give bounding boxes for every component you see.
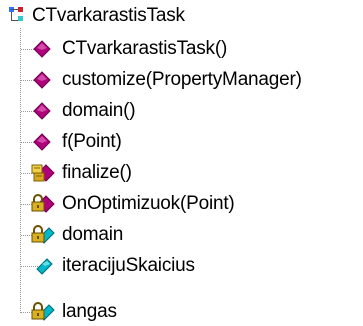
class-tree-view: CTvarkarastisTask CTvarkarastisTask() cu… xyxy=(0,0,363,326)
private-field-icon xyxy=(31,225,55,244)
tree-item-domain-method[interactable]: domain() xyxy=(30,99,136,123)
tree-item-label: customize(PropertyManager) xyxy=(62,69,302,90)
private-method-icon xyxy=(31,194,55,213)
private-field-icon xyxy=(31,302,55,321)
public-method-icon xyxy=(33,133,51,151)
tree-item-iteracijuskaicius[interactable]: iteracijuSkaicius xyxy=(30,254,195,278)
public-method-icon xyxy=(33,40,51,58)
tree-item-constructor[interactable]: CTvarkarastisTask() xyxy=(30,37,227,61)
tree-item-label: langas xyxy=(62,301,117,322)
tree-item-label: domain xyxy=(62,224,124,245)
tree-item-onoptimizuok[interactable]: OnOptimizuok(Point) xyxy=(30,192,235,216)
root-class-label: CTvarkarastisTask xyxy=(32,5,185,26)
tree-item-customize[interactable]: customize(PropertyManager) xyxy=(30,68,302,92)
tree-item-label: domain() xyxy=(62,100,136,121)
class-icon xyxy=(9,7,23,21)
tree-item-finalize[interactable]: finalize() xyxy=(30,161,132,185)
tree-item-label: CTvarkarastisTask() xyxy=(62,38,228,59)
tree-item-label: finalize() xyxy=(62,162,132,183)
tree-item-label: OnOptimizuok(Point) xyxy=(62,193,235,214)
public-field-icon xyxy=(36,258,53,275)
tree-item-domain-field[interactable]: domain xyxy=(30,223,123,247)
tree-item-langas[interactable]: langas xyxy=(30,300,117,324)
tree-root-class[interactable]: CTvarkarastisTask xyxy=(8,4,185,28)
protected-method-icon xyxy=(31,164,55,182)
public-method-icon xyxy=(33,71,51,89)
tree-item-label: f(Point) xyxy=(62,131,122,152)
tree-item-f-point[interactable]: f(Point) xyxy=(30,130,122,154)
public-method-icon xyxy=(33,102,51,120)
tree-item-label: iteracijuSkaicius xyxy=(62,255,195,276)
